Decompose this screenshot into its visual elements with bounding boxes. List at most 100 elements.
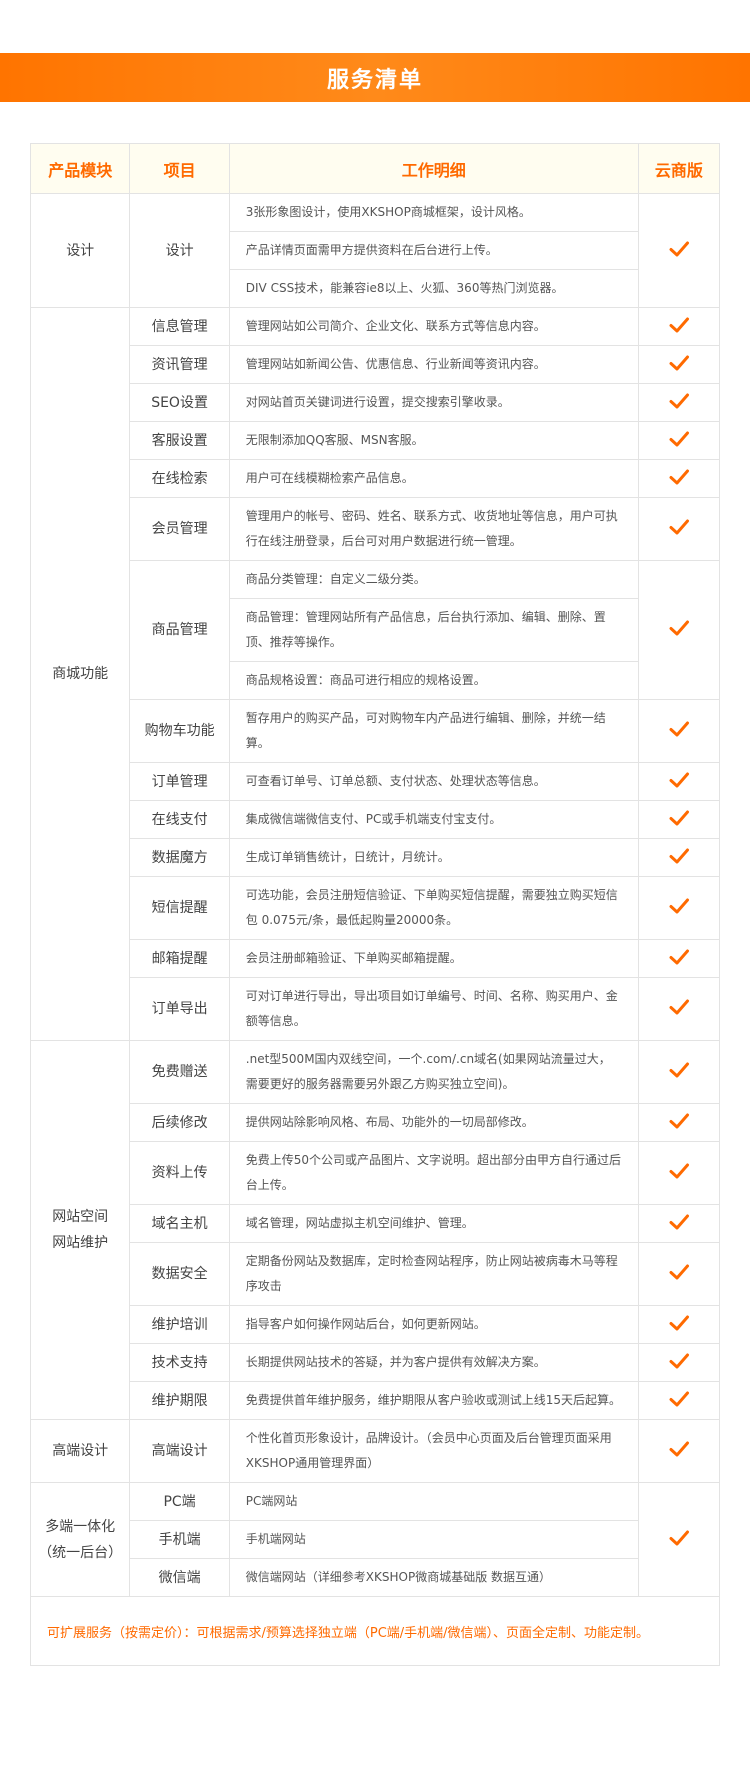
item-cell: 订单管理 <box>129 762 230 801</box>
title-banner: 服务清单 <box>0 53 750 102</box>
item-cell: 会员管理 <box>129 497 230 561</box>
service-table: 产品模块 项目 工作明细 云商版 设计 设计 3张形象图设计，使用XKSHOP商城框… <box>29 143 721 1597</box>
table-row: 商品管理 商品分类管理：自定义二级分类。 <box>31 560 721 700</box>
check-icon <box>668 1110 690 1132</box>
included-check-cell <box>637 762 721 801</box>
included-check-cell <box>637 307 721 346</box>
module-cell: 商城功能 <box>29 307 131 1041</box>
item-cell: 技术支持 <box>129 1343 230 1382</box>
check-icon <box>668 1261 690 1283</box>
item-cell: 数据安全 <box>129 1242 230 1306</box>
included-check-cell <box>637 1343 721 1382</box>
item-cell: 高端设计 <box>129 1419 230 1483</box>
included-check-cell <box>637 459 721 498</box>
table-body: 设计 设计 3张形象图设计，使用XKSHOP商城框架，设计风格。 产品详情页面需甲方提… <box>29 193 721 1597</box>
detail-cell: 可查看订单号、订单总额、支付状态、处理状态等信息。 <box>228 762 639 801</box>
item-cell: 维护培训 <box>129 1305 230 1344</box>
detail-cell: 指导客户如何操作网站后台，如何更新网站。 <box>228 1305 639 1344</box>
table-row: 短信提醒 可选功能，会员注册短信验证、下单购买短信提醒，需要独立购买短信包 0.0… <box>31 876 721 940</box>
table-row: 邮箱提醒 会员注册邮箱验证、下单购买邮箱提醒。 <box>31 939 721 978</box>
detail-cell: 对网站首页关键词进行设置，提交搜索引擎收录。 <box>228 383 639 422</box>
item-cell: 短信提醒 <box>129 876 230 940</box>
detail-cell: 域名管理，网站虚拟主机空间维护、管理。 <box>228 1204 639 1243</box>
detail-cell: .net型500M国内双线空间，一个.com/.cn域名(如果网站流量过大，需要… <box>228 1040 639 1104</box>
table-row: 在线检索 用户可在线模糊检索产品信息。 <box>31 459 721 498</box>
detail-cell: 免费提供首年维护服务，维护期限从客户验收或测试上线15天后起算。 <box>228 1381 639 1420</box>
included-check-cell <box>637 838 721 877</box>
detail-cell: 商品规格设置：商品可进行相应的规格设置。 <box>228 661 639 700</box>
item-cell: 客服设置 <box>129 421 230 460</box>
detail-cell: 长期提供网站技术的答疑，并为客户提供有效解决方案。 <box>228 1343 639 1382</box>
column-header-edition: 云商版 <box>637 143 721 194</box>
item-cell: PC端 <box>129 1482 230 1521</box>
item-cell: 维护期限 <box>129 1381 230 1420</box>
item-cell: 域名主机 <box>129 1204 230 1243</box>
table-row: 在线支付 集成微信端微信支付、PC或手机端支付宝支付。 <box>31 800 721 839</box>
included-check-cell <box>637 1242 721 1306</box>
column-header-module: 产品模块 <box>29 143 131 194</box>
item-cell: 资讯管理 <box>129 345 230 384</box>
check-icon <box>668 996 690 1018</box>
included-check-cell <box>637 1204 721 1243</box>
detail-cell: 暂存用户的购买产品，可对购物车内产品进行编辑、删除，并统一结算。 <box>228 699 639 763</box>
item-cell: 在线支付 <box>129 800 230 839</box>
included-check-cell <box>637 1305 721 1344</box>
detail-cell: 管理网站如公司简介、企业文化、联系方式等信息内容。 <box>228 307 639 346</box>
table-row: SEO设置 对网站首页关键词进行设置，提交搜索引擎收录。 <box>31 383 721 422</box>
table-row: 数据安全 定期备份网站及数据库，定时检查网站程序，防止网站被病毒木马等程序攻击 <box>31 1242 721 1306</box>
page-title: 服务清单 <box>326 67 423 93</box>
check-icon <box>668 466 690 488</box>
detail-cell: 手机端网站 <box>228 1520 639 1559</box>
table-row: 商城功能 信息管理 管理网站如公司简介、企业文化、联系方式等信息内容。 <box>29 307 721 1041</box>
item-cell: 数据魔方 <box>129 838 230 877</box>
included-check-cell <box>637 1381 721 1420</box>
check-icon <box>668 617 690 639</box>
detail-cell: 商品管理：管理网站所有产品信息，后台执行添加、编辑、删除、置顶、推荐等操作。 <box>228 598 639 662</box>
check-icon <box>668 807 690 829</box>
table-row: 域名主机 域名管理，网站虚拟主机空间维护、管理。 <box>31 1204 721 1243</box>
check-icon <box>668 352 690 374</box>
check-icon <box>668 845 690 867</box>
included-check-cell <box>637 1419 721 1483</box>
item-cell: 在线检索 <box>129 459 230 498</box>
table-row: 手机端 手机端网站 <box>31 1520 720 1559</box>
check-icon <box>668 1388 690 1410</box>
detail-cell: 可选功能，会员注册短信验证、下单购买短信提醒，需要独立购买短信包 0.075元/… <box>228 876 639 940</box>
module-cell: 网站空间 网站维护 <box>29 1040 131 1420</box>
check-icon <box>668 1059 690 1081</box>
detail-cell: 3张形象图设计，使用XKSHOP商城框架，设计风格。 <box>228 193 639 232</box>
table-row: 设计 设计 3张形象图设计，使用XKSHOP商城框架，设计风格。 <box>29 193 721 308</box>
detail-cell: 个性化首页形象设计，品牌设计。（会员中心页面及后台管理页面采用XKSHOP通用管… <box>228 1419 639 1483</box>
check-icon <box>668 238 690 260</box>
included-check-cell <box>637 421 721 460</box>
detail-cell: DIV CSS技术，能兼容ie8以上、火狐、360等热门浏览器。 <box>228 269 639 308</box>
included-check-cell <box>637 1482 721 1597</box>
table-row: 订单导出 可对订单进行导出，导出项目如订单编号、时间、名称、购买用户、金额等信息。 <box>31 977 721 1041</box>
item-cell: 后续修改 <box>129 1103 230 1142</box>
check-icon <box>668 769 690 791</box>
included-check-cell <box>637 1040 721 1104</box>
detail-cell: 管理用户的帐号、密码、姓名、联系方式、收货地址等信息，用户可执行在线注册登录，后… <box>228 497 639 561</box>
table-row: 后续修改 提供网站除影响风格、布局、功能外的一切局部修改。 <box>31 1103 721 1142</box>
check-icon <box>668 718 690 740</box>
check-icon <box>668 516 690 538</box>
table-row: 高端设计 高端设计 个性化首页形象设计，品牌设计。（会员中心页面及后台管理页面采用X… <box>29 1419 721 1483</box>
item-cell: 订单导出 <box>129 977 230 1041</box>
item-cell: 免费赠送 <box>129 1040 230 1104</box>
included-check-cell <box>637 977 721 1041</box>
detail-cell: 微信端网站（详细参考XKSHOP微商城基础版 数据互通） <box>228 1558 639 1597</box>
detail-cell: 用户可在线模糊检索产品信息。 <box>228 459 639 498</box>
detail-cell: 商品分类管理：自定义二级分类。 <box>228 560 639 599</box>
table-row: 多端一体化 （统一后台） PC端 PC端网站 <box>29 1482 721 1597</box>
column-header-item: 项目 <box>129 143 230 194</box>
check-icon <box>668 946 690 968</box>
item-cell: 设计 <box>129 193 230 308</box>
item-cell: 商品管理 <box>129 560 230 700</box>
table-row: 购物车功能 暂存用户的购买产品，可对购物车内产品进行编辑、删除，并统一结算。 <box>31 699 721 763</box>
check-icon <box>668 1527 690 1549</box>
check-icon <box>668 314 690 336</box>
detail-cell: 产品详情页面需甲方提供资料在后台进行上传。 <box>228 231 639 270</box>
module-cell: 多端一体化 （统一后台） <box>29 1482 131 1597</box>
service-table-wrap: 产品模块 项目 工作明细 云商版 设计 设计 3张形象图设计，使用XKSHOP商城框… <box>29 143 721 1666</box>
check-icon <box>668 1438 690 1460</box>
